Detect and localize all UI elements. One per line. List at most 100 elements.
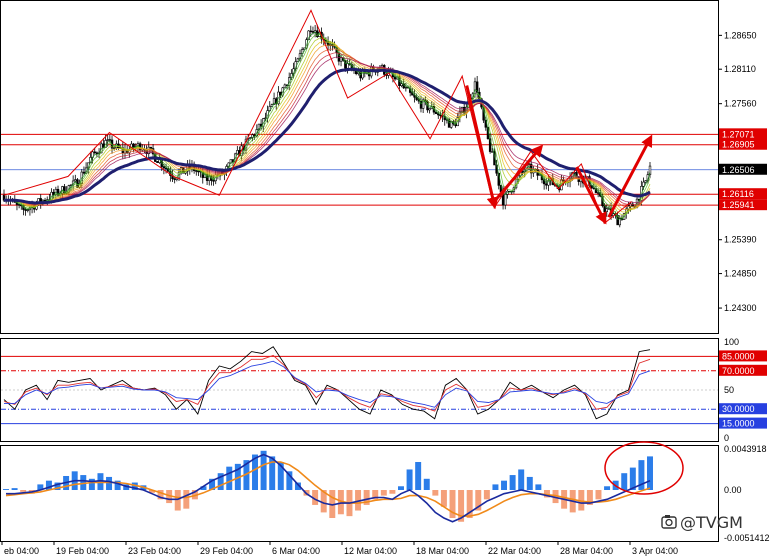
price-tag-label: 1.27071 xyxy=(722,129,755,139)
candle-body xyxy=(24,209,27,211)
macd-histogram-bar xyxy=(492,484,499,491)
price-tick-label: 1.27560 xyxy=(724,99,757,109)
ribbon-ma-line xyxy=(3,31,651,220)
candle-body xyxy=(545,183,548,186)
macd-histogram-bar xyxy=(483,490,490,500)
macd-histogram-bar xyxy=(3,489,9,491)
candle-body xyxy=(93,151,96,154)
macd-histogram-bar xyxy=(183,490,190,509)
macd-histogram-bar xyxy=(501,480,508,491)
time-tick-label: 19 Feb 04:00 xyxy=(56,546,109,556)
candle-body xyxy=(149,146,153,149)
macd-pane xyxy=(3,441,684,523)
oscillator-tick-label: 50 xyxy=(724,385,734,395)
macd-histogram-bar xyxy=(432,490,439,496)
price-tag-label: 1.26116 xyxy=(722,189,754,199)
macd-histogram-bar xyxy=(11,488,18,491)
candle-body xyxy=(197,170,200,173)
macd-histogram-bar xyxy=(604,486,611,491)
price-tick-label: 1.28110 xyxy=(724,64,756,74)
macd-histogram-bar xyxy=(423,478,430,491)
time-tick-label: 6 Mar 04:00 xyxy=(272,546,320,556)
time-tick-label: 12 Mar 04:00 xyxy=(344,546,397,556)
candle-body xyxy=(644,180,647,183)
time-axis: eb 04:00 19 Feb 04:00 23 Feb 04:00 29 Feb 0… xyxy=(1,541,678,556)
ribbon-ma-line xyxy=(4,41,651,213)
candle-body xyxy=(404,86,408,89)
price-axis: 1.28650 1.28110 1.27560 1.25390 1.24850 1.243… xyxy=(718,30,770,543)
candle-body xyxy=(82,171,86,174)
macd-histogram-bar xyxy=(226,466,233,491)
price-tag-label: 1.26506 xyxy=(722,165,755,175)
macd-histogram-bar xyxy=(398,486,404,491)
candle-body xyxy=(74,179,77,182)
macd-histogram-bar xyxy=(406,469,413,491)
macd-histogram-bar xyxy=(106,476,113,491)
camera-icon xyxy=(661,515,677,529)
time-tick-label: 3 Apr 04:00 xyxy=(632,546,678,556)
candle-body xyxy=(596,192,600,194)
macd-histogram-bar xyxy=(380,490,387,496)
candle-body xyxy=(195,170,198,172)
candle-body xyxy=(642,181,645,187)
time-tick-label: 23 Feb 04:00 xyxy=(128,546,181,556)
time-tick-label: 18 Mar 04:00 xyxy=(416,546,469,556)
price-pane xyxy=(1,9,718,228)
macd-tick-label: 0.00 xyxy=(724,485,742,495)
candle-body xyxy=(421,99,425,109)
macd-histogram-bar xyxy=(174,490,181,511)
macd-histogram-bar xyxy=(509,475,516,491)
candle-body xyxy=(504,194,507,206)
oscillator-tag-label: 70.0000 xyxy=(722,366,755,376)
macd-histogram-bar xyxy=(647,456,653,491)
price-tick-label: 1.25390 xyxy=(724,235,757,245)
candle-body xyxy=(106,139,109,141)
oscillator-series-line xyxy=(3,346,651,420)
candle-body xyxy=(309,30,312,33)
candle-body xyxy=(400,83,403,86)
macd-histogram-bar xyxy=(88,478,95,491)
oscillator-tag-label: 30.0000 xyxy=(722,404,755,414)
candle-body xyxy=(236,150,239,155)
ribbon-ma-line xyxy=(4,37,651,216)
candle-body xyxy=(108,139,112,141)
macd-histogram-bar xyxy=(440,490,447,507)
trading-chart: 1.28650 1.28110 1.27560 1.25390 1.24850 1.243… xyxy=(0,0,770,560)
candle-body xyxy=(212,180,215,182)
macd-tick-label: 0.0043918 xyxy=(724,444,767,454)
macd-histogram-bar xyxy=(518,469,525,491)
time-tick-label: 29 Feb 04:00 xyxy=(200,546,253,556)
macd-histogram-bar xyxy=(20,490,27,492)
time-tick-label: 28 Mar 04:00 xyxy=(560,546,613,556)
candle-body xyxy=(249,137,252,139)
oscillator-series-line xyxy=(3,354,651,412)
candle-body xyxy=(283,84,287,89)
oscillator-tag-label: 15.0000 xyxy=(722,419,755,429)
candle-body xyxy=(173,178,176,180)
candle-body xyxy=(95,152,99,155)
oscillator-pane xyxy=(1,346,718,425)
candle-body xyxy=(156,161,159,163)
price-tag-label: 1.26905 xyxy=(722,140,755,150)
candle-body xyxy=(460,106,464,113)
macd-histogram-bar xyxy=(415,461,422,491)
candle-body xyxy=(339,57,343,62)
candle-body xyxy=(603,205,606,212)
time-tick-label: eb 04:00 xyxy=(4,546,39,556)
oscillator-series-line xyxy=(4,360,651,408)
price-tag-label: 1.25941 xyxy=(722,200,755,210)
oscillator-tick-label: 0 xyxy=(724,433,729,443)
price-tick-label: 1.28650 xyxy=(724,30,757,40)
watermark: @TVGM xyxy=(661,513,743,532)
candle-body xyxy=(162,166,166,169)
oscillator-tag-label: 85.0000 xyxy=(722,351,755,361)
candle-body xyxy=(26,209,29,211)
candle-body xyxy=(439,114,442,117)
macd-histogram-bar xyxy=(260,450,267,491)
time-tick-label: 22 Mar 04:00 xyxy=(488,546,541,556)
candle-body xyxy=(491,151,494,153)
oscillator-tick-label: 100 xyxy=(724,337,739,347)
macd-histogram-bar xyxy=(621,473,628,491)
macd-histogram-bar xyxy=(389,490,396,494)
candle-body xyxy=(311,31,315,33)
